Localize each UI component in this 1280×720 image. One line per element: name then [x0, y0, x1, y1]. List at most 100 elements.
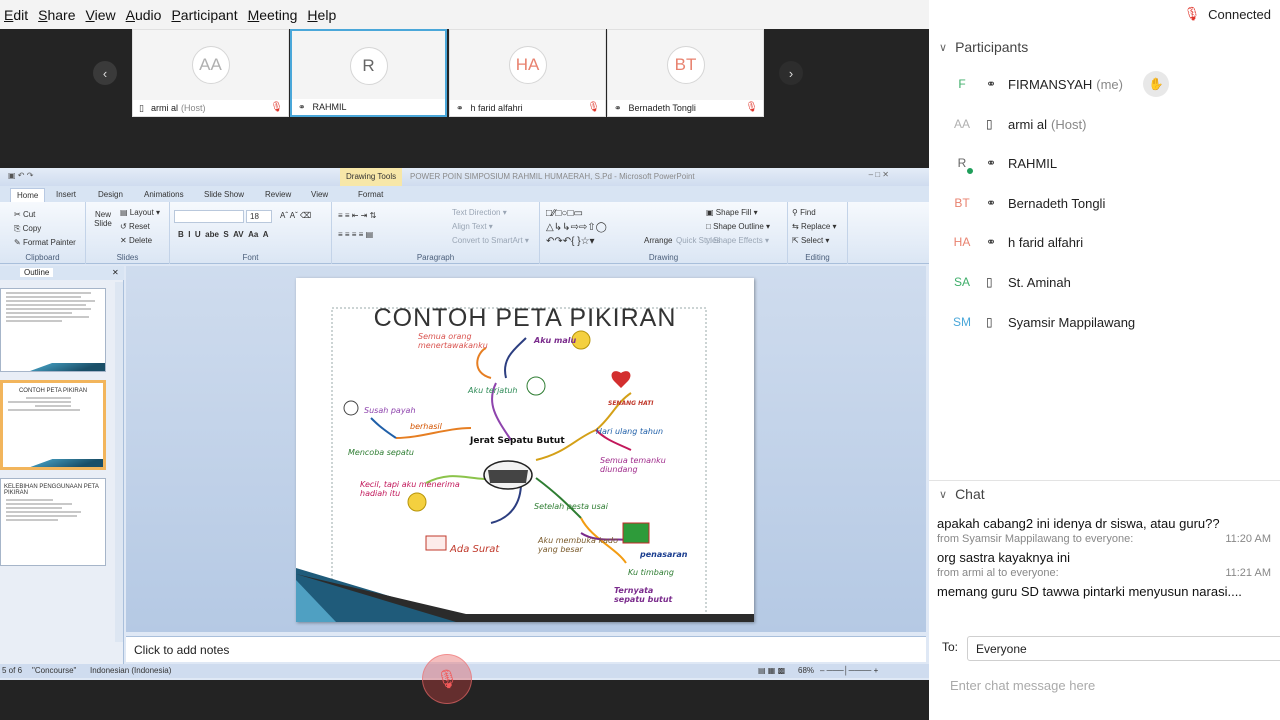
video-tile[interactable]: HA ⚭ h farid alfahri 🎙	[449, 29, 606, 117]
chat-input[interactable]: Enter chat message here	[950, 678, 1095, 693]
list-buttons[interactable]: ≡ ≡ ⇤ ⇥ ⇅	[338, 211, 376, 220]
participant-row[interactable]: SM ▯ Syamsir Mappilawang	[929, 302, 1280, 342]
tile-footer: ⚭ RAHMIL	[292, 99, 445, 115]
close-icon[interactable]: ✕	[112, 268, 119, 277]
font-size-input[interactable]: 18	[246, 210, 272, 223]
mindmap-label: berhasil	[410, 422, 442, 431]
avatar: SA	[953, 275, 970, 289]
menu-view[interactable]: View	[86, 7, 116, 23]
strip-next-button[interactable]: ›	[779, 61, 803, 85]
phone-icon: ▯	[986, 275, 993, 289]
format-painter-button[interactable]: ✎ Format Painter	[14, 238, 76, 247]
menu-participant[interactable]: Participant	[171, 7, 237, 23]
shape-outline-button[interactable]: □ Shape Outline ▾	[706, 222, 770, 231]
participant-row[interactable]: F ⚭ FIRMANSYAH (me) ✋	[929, 64, 1280, 104]
shapes-gallery[interactable]: □∕∕□○□▭	[546, 208, 583, 219]
replace-button[interactable]: ⇆ Replace ▾	[792, 222, 837, 231]
align-buttons[interactable]: ≡ ≡ ≡ ≡ ▤	[338, 230, 373, 239]
shapes-gallery-row[interactable]: ↶↷↶{ }☆▾	[546, 236, 595, 247]
participant-row[interactable]: BT ⚭ Bernadeth Tongli	[929, 183, 1280, 223]
tab-slide-show[interactable]: Slide Show	[204, 190, 244, 199]
layout-button[interactable]: ▤ Layout ▾	[120, 208, 160, 217]
font-style-buttons[interactable]: B I U abe S AV Aa A	[178, 230, 269, 239]
cut-button[interactable]: ✂ Cut	[14, 210, 35, 219]
menu-meeting[interactable]: Meeting	[248, 7, 298, 23]
arrange-button[interactable]: Arrange	[644, 236, 672, 245]
find-button[interactable]: ⚲ Find	[792, 208, 816, 217]
participant-name: FIRMANSYAH (me)	[1008, 76, 1123, 92]
zoom-slider[interactable]: – ───│──── +	[820, 666, 878, 675]
align-text-button[interactable]: Align Text ▾	[452, 222, 493, 231]
video-tile[interactable]: BT ⚭ Bernadeth Tongli 🎙	[607, 29, 764, 117]
gift-icon	[622, 522, 650, 544]
shapes-gallery-row[interactable]: △↳↳⇨⇨⇧◯	[546, 222, 607, 233]
chat-meta: from armi al to everyone: 11:21 AM	[937, 567, 1271, 579]
menu-audio[interactable]: Audio	[126, 7, 162, 23]
reset-button[interactable]: ↺ Reset	[120, 222, 150, 231]
participant-row[interactable]: SA ▯ St. Aminah	[929, 262, 1280, 302]
slide-thumbnail-selected[interactable]: CONTOH PETA PIKIRAN	[0, 380, 106, 470]
branch-line	[535, 477, 582, 519]
shape-effects-button[interactable]: □ Shape Effects ▾	[706, 236, 769, 245]
phone-icon: ▯	[139, 102, 144, 113]
menu-share[interactable]: Share	[38, 7, 75, 23]
tab-review[interactable]: Review	[265, 190, 291, 199]
mute-button[interactable]: 🎙	[422, 654, 472, 704]
tab-outline[interactable]: Outline	[20, 268, 54, 277]
shape-fill-button[interactable]: ▣ Shape Fill ▾	[706, 208, 758, 217]
tab-insert[interactable]: Insert	[56, 190, 76, 199]
font-name-input[interactable]	[174, 210, 244, 223]
shoe-sole	[488, 470, 528, 483]
video-strip: ‹ AA ▯ armi al (Host) 🎙 R ⚭ RAHMIL HA ⚭ …	[0, 29, 929, 163]
participant-row[interactable]: AA ▯ armi al (Host)	[929, 104, 1280, 144]
video-tile[interactable]: AA ▯ armi al (Host) 🎙	[132, 29, 289, 117]
side-panel: 🎙 Connected ∨ Participants F ⚭ FIRMANSYA…	[929, 0, 1280, 720]
view-buttons[interactable]: ▤ ▦ ▩	[758, 666, 785, 675]
headset-icon: ⚭	[456, 102, 464, 113]
slide-thumbnail[interactable]: KELEBIHAN PENGGUNAAN PETA PIKIRAN	[0, 478, 106, 566]
tab-view[interactable]: View	[311, 190, 328, 199]
tile-name: Bernadeth Tongli	[628, 103, 696, 113]
convert-smartart-button[interactable]: Convert to SmartArt ▾	[452, 236, 529, 245]
window-controls[interactable]: – □ ✕	[869, 170, 889, 179]
copy-button[interactable]: ⎘ Copy	[14, 224, 41, 234]
menu-help[interactable]: Help	[307, 7, 336, 23]
letter-icon	[425, 535, 447, 551]
tab-format[interactable]: Format	[358, 190, 383, 199]
menu-edit[interactable]: Edit	[4, 7, 28, 23]
text-direction-button[interactable]: Text Direction ▾	[452, 208, 507, 217]
font-group: 18 Aˆ Aˇ ⌫ B I U abe S AV Aa A Font	[170, 202, 332, 264]
ppt-title-bar: ▣ ↶ ↷ Drawing Tools POWER POIN SIMPOSIUM…	[0, 168, 929, 186]
quick-access-icons: ▣ ↶ ↷	[8, 171, 34, 180]
slide[interactable]: CONTOH PETA PIKIRAN Jerat Sepatu Butut S…	[296, 278, 754, 622]
thumbnail-scrollbar[interactable]	[115, 282, 123, 642]
participant-row[interactable]: R ⚭ RAHMIL	[929, 143, 1280, 183]
headset-icon: ⚭	[986, 235, 997, 249]
raise-hand-button[interactable]: ✋	[1143, 71, 1169, 97]
chevron-left-icon: ‹	[102, 65, 108, 81]
editing-group: ⚲ Find ⇆ Replace ▾ ⇱ Select ▾ Editing	[788, 202, 848, 264]
tab-home[interactable]: Home	[10, 188, 46, 202]
group-label: Drawing	[648, 253, 679, 262]
mindmap-label: Aku terjatuh	[468, 386, 518, 395]
video-tile-active[interactable]: R ⚭ RAHMIL	[290, 29, 447, 117]
strip-prev-button[interactable]: ‹	[93, 61, 117, 85]
group-label: Editing	[805, 253, 830, 262]
phone-icon: ▯	[986, 315, 993, 329]
new-slide-button[interactable]: New Slide	[92, 210, 114, 228]
notes-pane[interactable]: Click to add notes	[126, 636, 926, 662]
tab-design[interactable]: Design	[98, 190, 123, 199]
grow-font-icon[interactable]: Aˆ Aˇ ⌫	[280, 211, 311, 220]
chat-header[interactable]: ∨ Chat	[939, 486, 985, 502]
slides-group: New Slide ▤ Layout ▾ ↺ Reset ✕ Delete Sl…	[86, 202, 170, 264]
chat-time: 11:21 AM	[1225, 567, 1271, 579]
participant-row[interactable]: HA ⚭ h farid alfahri	[929, 222, 1280, 262]
select-button[interactable]: ⇱ Select ▾	[792, 236, 829, 245]
tab-animations[interactable]: Animations	[144, 190, 184, 199]
delete-button[interactable]: ✕ Delete	[120, 236, 152, 245]
participants-header[interactable]: ∨ Participants	[939, 39, 1028, 55]
avatar: AA	[953, 117, 970, 131]
panel-divider	[929, 480, 1280, 481]
chat-recipient-select[interactable]: Everyone	[967, 636, 1280, 661]
slide-thumbnail[interactable]	[0, 288, 106, 372]
